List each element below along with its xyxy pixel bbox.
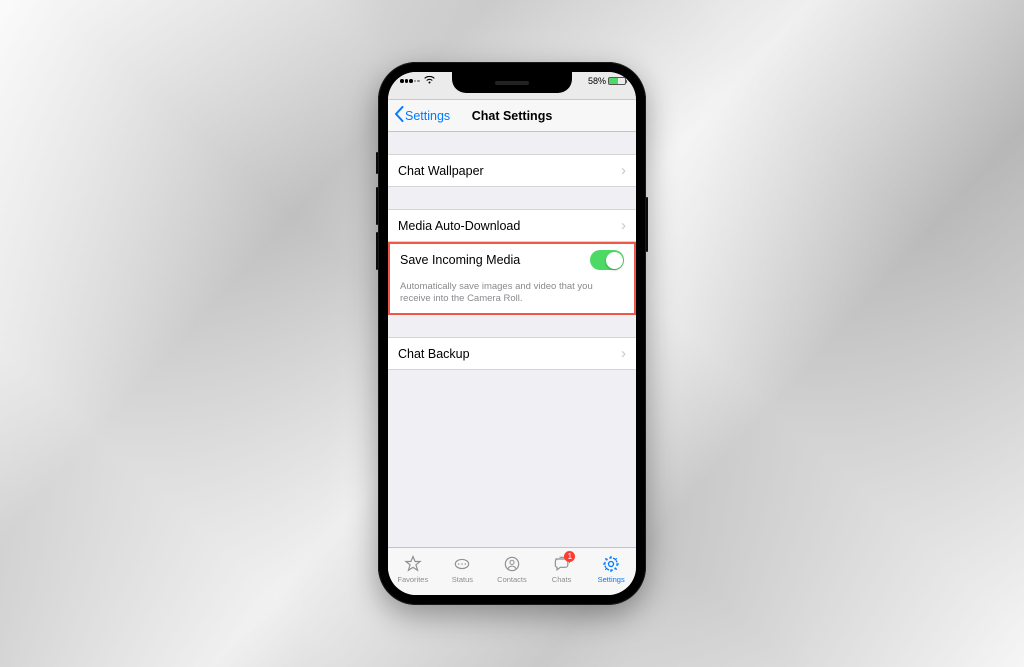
notch (452, 72, 572, 93)
signal-dot-icon (400, 79, 404, 83)
content-area: Chat Wallpaper › Media Auto-Download › S… (388, 132, 636, 547)
signal-dot-icon (405, 79, 409, 83)
navigation-bar: Settings Chat Settings (388, 100, 636, 132)
tab-label: Status (452, 575, 473, 584)
tab-label: Chats (552, 575, 572, 584)
battery-percentage: 58% (588, 76, 606, 86)
tab-status[interactable]: Status (438, 548, 488, 589)
side-button (646, 197, 648, 252)
chat-wallpaper-row[interactable]: Chat Wallpaper › (388, 154, 636, 187)
tab-bar: Favorites Status Contacts 1 Chats Settin… (388, 547, 636, 595)
battery-icon (608, 77, 626, 85)
signal-dot-icon (417, 80, 420, 83)
chats-badge: 1 (564, 551, 575, 562)
wifi-icon (424, 76, 435, 86)
page-title: Chat Settings (472, 109, 553, 123)
mute-switch (376, 152, 378, 174)
volume-up-button (376, 187, 378, 225)
tab-settings[interactable]: Settings (586, 548, 636, 589)
volume-down-button (376, 232, 378, 270)
signal-dot-icon (409, 79, 413, 83)
status-left (400, 76, 435, 86)
save-media-description: Automatically save images and video that… (390, 277, 634, 314)
tab-chats[interactable]: 1 Chats (537, 548, 587, 589)
highlighted-section: Save Incoming Media Automatically save i… (388, 242, 636, 316)
chevron-right-icon: › (621, 346, 626, 361)
contacts-icon (502, 554, 522, 574)
row-label: Chat Wallpaper (398, 164, 484, 178)
row-label: Save Incoming Media (400, 253, 520, 267)
chevron-right-icon: › (621, 163, 626, 178)
save-media-toggle[interactable] (590, 250, 624, 270)
status-icon (452, 554, 472, 574)
star-icon (403, 554, 423, 574)
tab-label: Contacts (497, 575, 527, 584)
tab-label: Favorites (397, 575, 428, 584)
tab-favorites[interactable]: Favorites (388, 548, 438, 589)
media-autodownload-row[interactable]: Media Auto-Download › (388, 209, 636, 242)
speaker (495, 81, 529, 85)
save-incoming-media-row[interactable]: Save Incoming Media (390, 244, 634, 277)
gear-icon (601, 554, 621, 574)
screen: 58% Settings Chat Settings Chat Wallpape… (388, 72, 636, 595)
chevron-left-icon (394, 106, 404, 125)
row-label: Chat Backup (398, 347, 470, 361)
chat-backup-row[interactable]: Chat Backup › (388, 337, 636, 370)
signal-dot-icon (414, 80, 417, 83)
back-label: Settings (405, 109, 450, 123)
status-right: 58% (588, 76, 626, 86)
tab-contacts[interactable]: Contacts (487, 548, 537, 589)
chevron-right-icon: › (621, 218, 626, 233)
back-button[interactable]: Settings (394, 106, 450, 125)
phone-frame: 58% Settings Chat Settings Chat Wallpape… (378, 62, 646, 605)
row-label: Media Auto-Download (398, 219, 520, 233)
tab-label: Settings (598, 575, 625, 584)
